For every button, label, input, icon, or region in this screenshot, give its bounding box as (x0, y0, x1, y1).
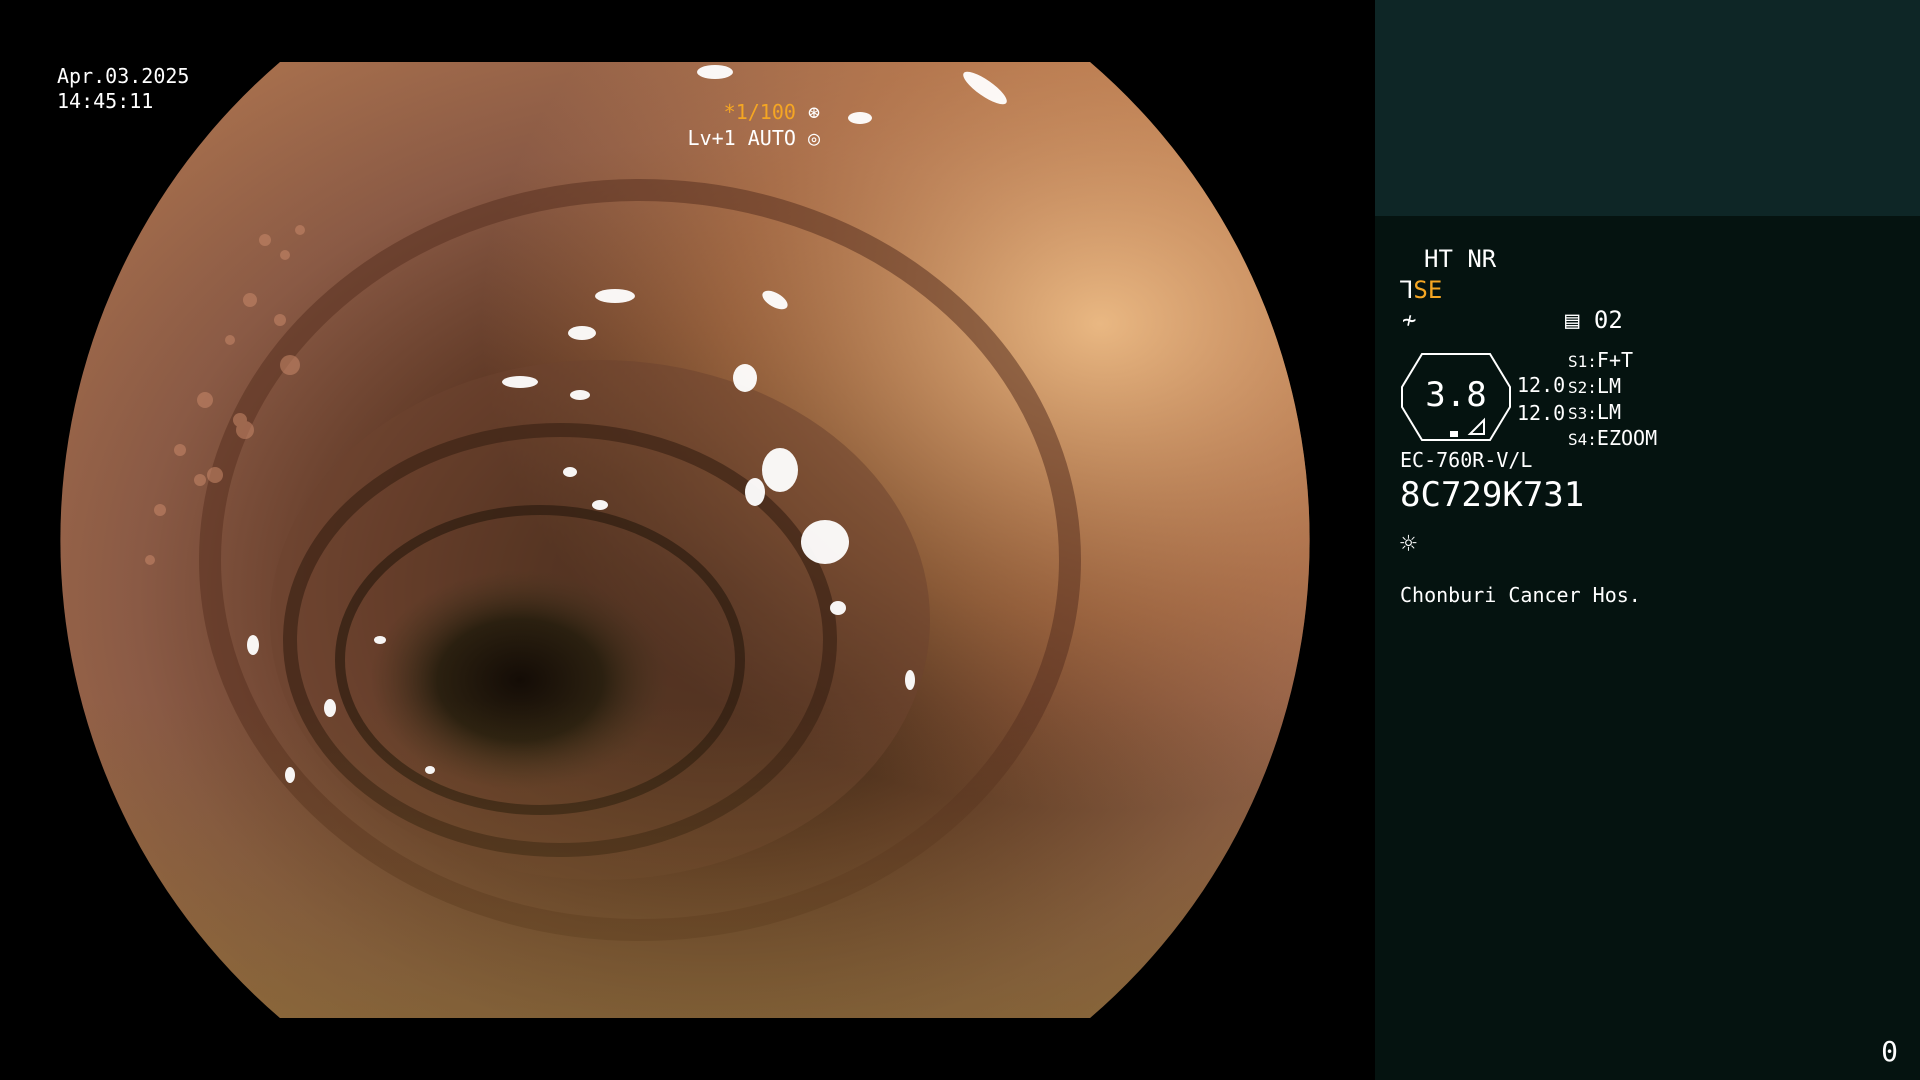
switch-s2-value: LM (1596, 374, 1621, 398)
sun-icon: ☼ (1400, 527, 1417, 560)
channel-label: 02 (1593, 306, 1623, 334)
switch-s1-key: S1: (1568, 352, 1597, 371)
level-row: Lv+1 AUTO ◎ (688, 125, 820, 151)
scope-model: EC-760R-V/L (1400, 448, 1533, 472)
mode-label: HT NR (1424, 245, 1497, 273)
scope-serial: 8C729K731 (1400, 475, 1585, 515)
shutter-speed: *1/100 (723, 100, 796, 124)
memory-icon: ▤ (1565, 306, 1580, 334)
channel-row: ▤ 02 (1565, 306, 1623, 334)
iris-icon: ◎ (807, 126, 820, 150)
time-label: 14:45:11 (57, 89, 154, 113)
switch-s4: S4:EZOOM (1568, 426, 1657, 452)
endoscope-image (60, 62, 1310, 1018)
value-1: 12.0 (1517, 373, 1566, 397)
zoom-value: 3.8 (1425, 375, 1487, 415)
level-label: Lv+1 AUTO (687, 126, 796, 150)
scope-icon: ⅂ (1400, 276, 1414, 304)
aperture-icon: ⊛ (807, 100, 820, 124)
switch-list: S1:F+T S2:LM S3:LM S4:EZOOM (1568, 348, 1657, 452)
info-sidebar (1375, 0, 1920, 1080)
curve-icon: ≁ (1402, 306, 1417, 334)
date-time-display: Apr.03.2025 14:45:11 (57, 64, 189, 114)
switch-s3: S3:LM (1568, 400, 1657, 426)
value-2: 12.0 (1517, 401, 1566, 425)
switch-s3-value: LM (1596, 400, 1621, 424)
frame-counter: 0 (1881, 1035, 1898, 1068)
hospital-name: Chonburi Cancer Hos. (1400, 583, 1641, 607)
se-row: ⅂SE (1400, 276, 1442, 304)
exposure-info: *1/100 ⊛ Lv+1 AUTO ◎ (688, 99, 820, 151)
switch-s1: S1:F+T (1568, 348, 1657, 374)
endoscope-video: Apr.03.2025 14:45:11 *1/100 ⊛ Lv+1 AUTO … (0, 0, 1375, 1080)
switch-s4-value: EZOOM (1596, 426, 1658, 450)
switch-s3-key: S3: (1568, 404, 1597, 423)
date-label: Apr.03.2025 (57, 64, 190, 88)
switch-s2: S2:LM (1568, 374, 1657, 400)
value-column: 12.0 12.0 (1517, 371, 1565, 427)
switch-s2-key: S2: (1568, 378, 1597, 397)
sidebar-top-panel (1375, 0, 1920, 216)
shutter-row: *1/100 ⊛ (688, 99, 820, 125)
switch-s1-value: F+T (1596, 348, 1634, 372)
se-label: SE (1413, 276, 1443, 304)
switch-s4-key: S4: (1568, 430, 1597, 449)
